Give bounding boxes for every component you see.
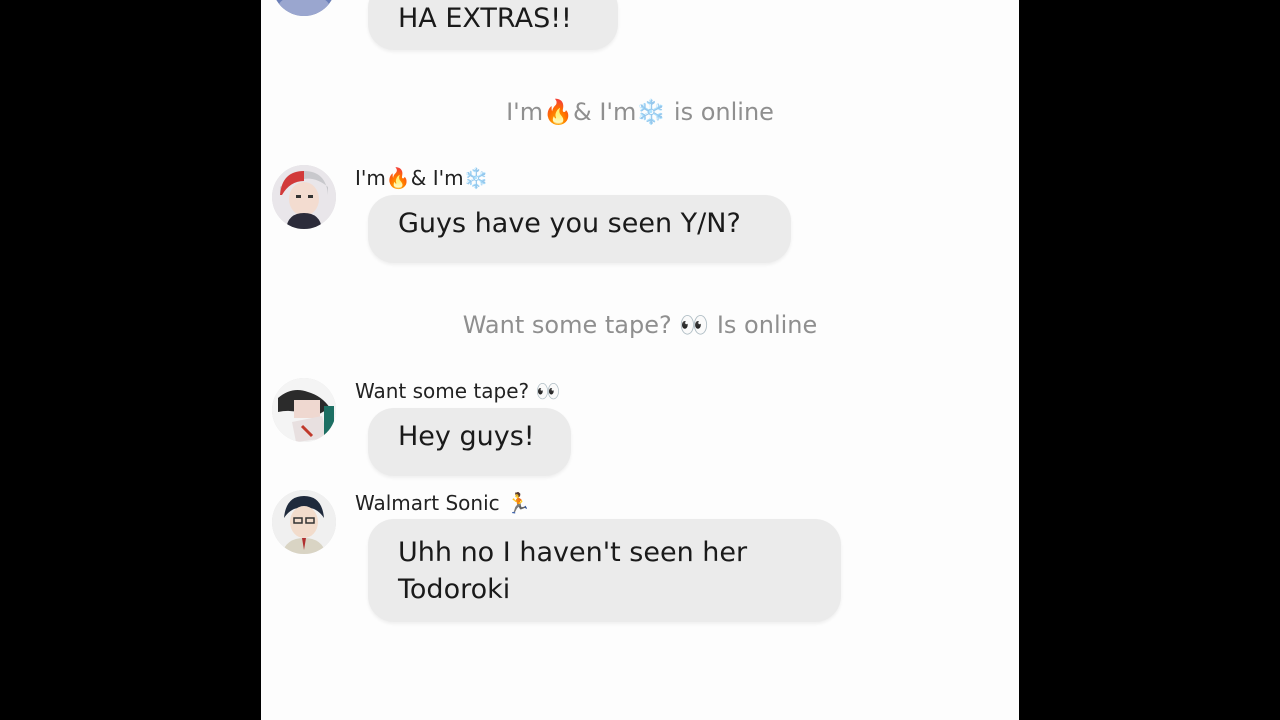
- message-bubble[interactable]: HA EXTRAS!!: [368, 0, 618, 50]
- avatar-previous[interactable]: [272, 0, 336, 16]
- online-status: Want some tape? 👀 Is online: [462, 311, 818, 339]
- online-status: I'm🔥& I'm❄️ is online: [506, 98, 774, 126]
- sender-name: Walmart Sonic 🏃: [355, 491, 531, 515]
- message-text: Hey guys!: [398, 421, 535, 452]
- sender-name: Want some tape? 👀: [355, 379, 561, 403]
- message-bubble[interactable]: Hey guys!: [368, 408, 571, 476]
- avatar-sero[interactable]: [272, 378, 336, 442]
- message-bubble[interactable]: Guys have you seen Y/N?: [368, 195, 791, 263]
- chat-screen: HA EXTRAS!! I'm🔥& I'm❄️ is online I'm🔥& …: [261, 0, 1019, 720]
- message-text: HA EXTRAS!!: [398, 3, 572, 34]
- sender-name: I'm🔥& I'm❄️: [355, 166, 489, 190]
- message-bubble[interactable]: Uhh no I haven't seen her Todoroki: [368, 519, 841, 622]
- avatar-todoroki[interactable]: [272, 165, 336, 229]
- message-text: Uhh no I haven't seen her Todoroki: [398, 537, 748, 605]
- avatar-iida[interactable]: [272, 490, 336, 554]
- message-text: Guys have you seen Y/N?: [398, 208, 741, 239]
